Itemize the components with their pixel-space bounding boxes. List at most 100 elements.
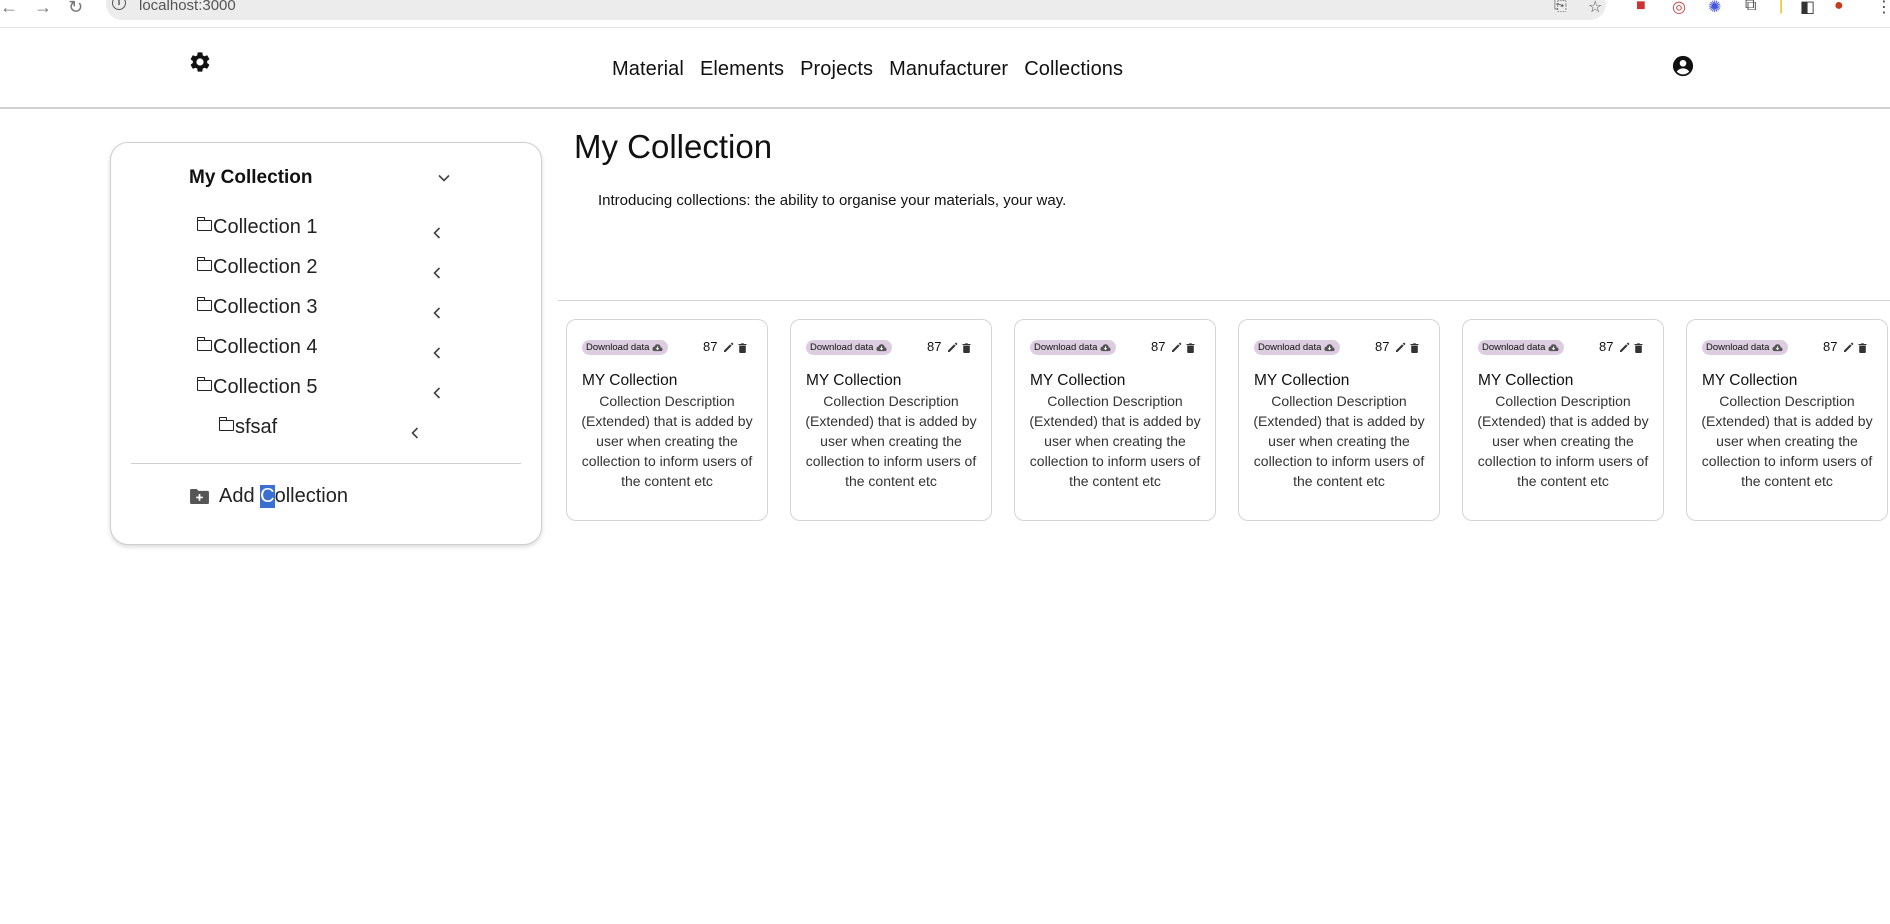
edit-pencil-icon[interactable] [947, 342, 958, 353]
cloud-download-icon [1100, 344, 1111, 352]
separator-icon: | [1779, 0, 1784, 14]
sidebar-item-collection-3[interactable]: Collection 3 [196, 292, 318, 322]
card-description: Collection Description (Extended) that i… [1477, 393, 1649, 489]
settings-gear-icon[interactable] [188, 50, 212, 74]
collection-card[interactable]: Download data 87 MY Collection Collectio… [1014, 319, 1216, 521]
sidebar-item-collection-2[interactable]: Collection 2 [196, 252, 318, 282]
nav-material[interactable]: Material [612, 58, 684, 81]
back-icon[interactable]: ← [0, 0, 18, 18]
card-title: MY Collection [1478, 372, 1574, 389]
chevron-left-icon[interactable] [431, 306, 443, 320]
install-app-icon[interactable]: ⎘ [1554, 0, 1567, 15]
card-description: Collection Description (Extended) that i… [805, 393, 977, 489]
download-data-label: Download data [586, 342, 650, 353]
bookmark-star-icon[interactable]: ☆ [1588, 0, 1602, 17]
download-data-chip[interactable]: Download data [1254, 340, 1341, 355]
chevron-down-icon[interactable] [437, 171, 451, 185]
edit-pencil-icon[interactable] [1843, 342, 1854, 353]
edit-pencil-icon[interactable] [723, 342, 734, 353]
browser-menu-icon[interactable]: ⋮ [1876, 0, 1890, 17]
nav-elements[interactable]: Elements [700, 58, 784, 81]
forward-icon[interactable]: → [34, 0, 52, 18]
item-count: 87 [1823, 339, 1838, 354]
cloud-download-icon [1324, 344, 1335, 352]
intro-text: Introducing collections: the ability to … [598, 192, 1067, 209]
app-header: Material Elements Projects Manufacturer … [0, 28, 1890, 109]
cloud-download-icon [652, 344, 663, 352]
card-title: MY Collection [582, 372, 678, 389]
chevron-left-icon[interactable] [431, 266, 443, 280]
collection-card[interactable]: Download data 87 MY Collection Collectio… [1238, 319, 1440, 521]
card-title: MY Collection [1702, 372, 1798, 389]
folder-icon [196, 296, 212, 311]
sidebar-item-label: Collection 4 [213, 335, 318, 358]
delete-trash-icon[interactable] [962, 343, 971, 353]
delete-trash-icon[interactable] [1634, 343, 1643, 353]
download-data-label: Download data [1258, 342, 1322, 353]
edit-pencil-icon[interactable] [1619, 342, 1630, 353]
download-data-chip[interactable]: Download data [1702, 340, 1789, 355]
edit-pencil-icon[interactable] [1395, 342, 1406, 353]
download-data-chip[interactable]: Download data [1030, 340, 1117, 355]
side-panel-icon[interactable]: ◧ [1800, 0, 1815, 17]
folder-icon [196, 376, 212, 391]
sidebar-item-sfsaf[interactable]: sfsaf [218, 412, 278, 442]
collection-card[interactable]: Download data 87 MY Collection Collectio… [566, 319, 768, 521]
cloud-download-icon [1548, 344, 1559, 352]
sidebar-item-collection-1[interactable]: Collection 1 [196, 212, 318, 242]
download-data-chip[interactable]: Download data [582, 340, 669, 355]
delete-trash-icon[interactable] [1410, 343, 1419, 353]
main-nav: Material Elements Projects Manufacturer … [612, 58, 1123, 81]
content-divider [558, 300, 1890, 301]
profile-avatar-icon[interactable]: ● [1834, 0, 1844, 15]
collection-card[interactable]: Download data 87 MY Collection Collectio… [790, 319, 992, 521]
chevron-left-icon[interactable] [409, 426, 421, 440]
sidebar-item-label: Collection 3 [213, 295, 318, 318]
address-bar[interactable] [106, 0, 1606, 20]
collection-card[interactable]: Download data 87 MY Collection Collectio… [1686, 319, 1888, 521]
extensions-puzzle-icon[interactable]: ⧉ [1745, 0, 1756, 15]
delete-trash-icon[interactable] [1186, 343, 1195, 353]
item-count: 87 [1151, 339, 1166, 354]
nav-collections[interactable]: Collections [1024, 58, 1123, 81]
sidebar-item-collection-4[interactable]: Collection 4 [196, 332, 318, 362]
card-title: MY Collection [1254, 372, 1350, 389]
download-data-chip[interactable]: Download data [1478, 340, 1565, 355]
delete-trash-icon[interactable] [738, 343, 747, 353]
extension-icon-2[interactable]: ◎ [1672, 0, 1686, 17]
reload-icon[interactable]: ↻ [68, 0, 83, 18]
chevron-left-icon[interactable] [431, 226, 443, 240]
edit-pencil-icon[interactable] [1171, 342, 1182, 353]
item-count: 87 [1375, 339, 1390, 354]
download-data-label: Download data [1034, 342, 1098, 353]
download-data-label: Download data [810, 342, 874, 353]
item-count: 87 [927, 339, 942, 354]
chevron-left-icon[interactable] [431, 346, 443, 360]
item-count: 87 [703, 339, 718, 354]
nav-manufacturer[interactable]: Manufacturer [889, 58, 1008, 81]
address-bar-url[interactable]: localhost:3000 [139, 0, 236, 14]
extension-icon-3[interactable]: ✺ [1708, 0, 1721, 17]
add-collection-button[interactable]: Add Collection [189, 485, 348, 508]
download-data-label: Download data [1482, 342, 1546, 353]
sidebar-item-label: Collection 1 [213, 215, 318, 238]
chevron-left-icon[interactable] [431, 386, 443, 400]
account-circle-icon[interactable] [1672, 55, 1694, 77]
collections-sidebar: My Collection Collection 1 Collection 2 … [110, 142, 542, 545]
sidebar-item-label: sfsaf [235, 415, 278, 438]
delete-trash-icon[interactable] [1858, 343, 1867, 353]
download-data-label: Download data [1706, 342, 1770, 353]
sidebar-item-collection-5[interactable]: Collection 5 [196, 372, 318, 402]
browser-toolbar: ← → ↻ i localhost:3000 ⎘ ☆ ■ ◎ ✺ ⧉ | ◧ ●… [0, 0, 1890, 28]
cloud-download-icon [1772, 344, 1783, 352]
nav-projects[interactable]: Projects [800, 58, 873, 81]
collection-card[interactable]: Download data 87 MY Collection Collectio… [1462, 319, 1664, 521]
add-collection-label-pre: Add [219, 485, 261, 507]
sidebar-title[interactable]: My Collection [189, 167, 313, 189]
extension-icon-1[interactable]: ■ [1636, 0, 1646, 15]
folder-icon [218, 416, 234, 431]
card-description: Collection Description (Extended) that i… [1701, 393, 1873, 489]
item-count: 87 [1599, 339, 1614, 354]
download-data-chip[interactable]: Download data [806, 340, 893, 355]
folder-icon [196, 216, 212, 231]
